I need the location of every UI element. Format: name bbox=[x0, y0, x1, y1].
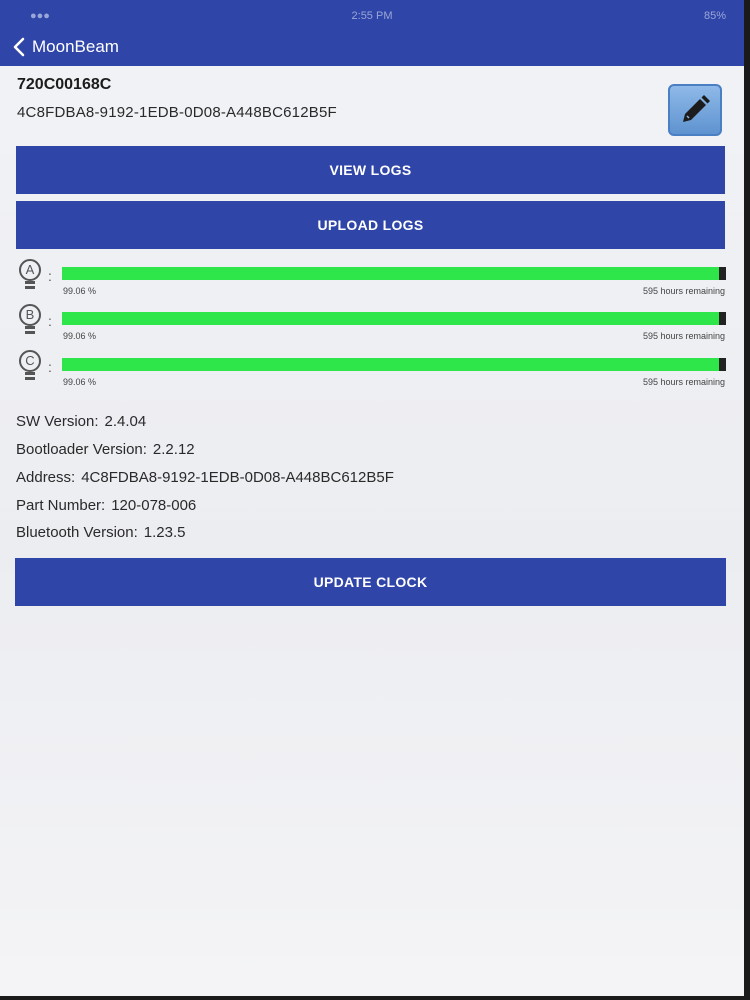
info-value: 1.23.5 bbox=[143, 524, 186, 541]
info-label: SW Version: bbox=[16, 413, 99, 430]
info-value: 4C8FDBA8-9192-1EDB-0D08-A448BC612B5F bbox=[81, 469, 394, 486]
lamp-hours-remaining: 595 hours remaining bbox=[642, 377, 725, 387]
device-id: 720C00168C bbox=[17, 76, 112, 93]
lamp-row-a: A : 99.06 % 595 hours remaining bbox=[0, 258, 744, 302]
bootloader-version: Bootloader Version: 2.2.12 bbox=[16, 441, 195, 458]
info-label: Bootloader Version: bbox=[16, 441, 147, 458]
back-button[interactable]: MoonBeam bbox=[10, 34, 119, 60]
lamp-percent: 99.06 % bbox=[63, 377, 97, 387]
info-label: Address: bbox=[16, 469, 76, 486]
lamp-progress-bar bbox=[62, 267, 726, 280]
lamp-hours-remaining: 595 hours remaining bbox=[642, 286, 725, 296]
lamp-percent: 99.06 % bbox=[63, 286, 97, 296]
info-label: Part Number: bbox=[16, 497, 106, 514]
view-logs-button[interactable]: VIEW LOGS bbox=[16, 146, 725, 194]
status-time: 2:55 PM bbox=[351, 10, 393, 22]
edit-button[interactable] bbox=[668, 84, 722, 136]
battery-level: 85% bbox=[703, 10, 726, 22]
lamp-hours-remaining: 595 hours remaining bbox=[642, 331, 725, 341]
device-uuid: 4C8FDBA8-9192-1EDB-0D08-A448BC612B5F bbox=[17, 104, 337, 121]
sw-version: SW Version: 2.4.04 bbox=[16, 413, 146, 430]
part-number: Part Number: 120-078-006 bbox=[16, 497, 196, 514]
nav-header: ●●● 2:55 PM 85% MoonBeam bbox=[0, 0, 744, 66]
back-label: MoonBeam bbox=[32, 37, 119, 56]
lamp-row-b: B : 99.06 % 595 hours remaining bbox=[0, 303, 744, 347]
lamp-colon: : bbox=[48, 268, 52, 284]
info-value: 120-078-006 bbox=[111, 497, 197, 514]
lightbulb-icon: C bbox=[16, 349, 50, 383]
lamp-progress-bar bbox=[62, 358, 726, 371]
device-address: Address: 4C8FDBA8-9192-1EDB-0D08-A448BC61… bbox=[16, 469, 394, 486]
app-screen: ●●● 2:55 PM 85% MoonBeam 720C00168C 4C8F… bbox=[0, 0, 744, 996]
info-label: Bluetooth Version: bbox=[16, 524, 138, 541]
status-bar: ●●● 2:55 PM 85% bbox=[0, 0, 744, 28]
lamp-colon: : bbox=[48, 313, 52, 329]
lightbulb-icon: B bbox=[16, 303, 50, 337]
lamp-progress-fill bbox=[62, 267, 720, 280]
info-value: 2.4.04 bbox=[104, 413, 147, 430]
lamp-progress-bar bbox=[62, 312, 726, 325]
lamp-colon: : bbox=[48, 359, 52, 375]
lamp-letter: A bbox=[25, 262, 35, 277]
lamp-letter: B bbox=[25, 307, 35, 322]
lightbulb-icon: A bbox=[16, 258, 50, 292]
update-clock-button[interactable]: UPDATE CLOCK bbox=[15, 558, 726, 606]
lamp-progress-fill bbox=[62, 312, 720, 325]
lamp-progress-fill bbox=[62, 358, 720, 371]
upload-logs-button[interactable]: UPLOAD LOGS bbox=[16, 201, 725, 249]
pencil-icon bbox=[683, 95, 710, 122]
lamp-percent: 99.06 % bbox=[63, 331, 97, 341]
lamp-row-c: C : 99.06 % 595 hours remaining bbox=[0, 349, 744, 393]
chevron-left-icon bbox=[13, 37, 25, 57]
bluetooth-version: Bluetooth Version: 1.23.5 bbox=[16, 524, 185, 541]
info-value: 2.2.12 bbox=[152, 441, 195, 458]
lamp-letter: C bbox=[25, 353, 35, 368]
